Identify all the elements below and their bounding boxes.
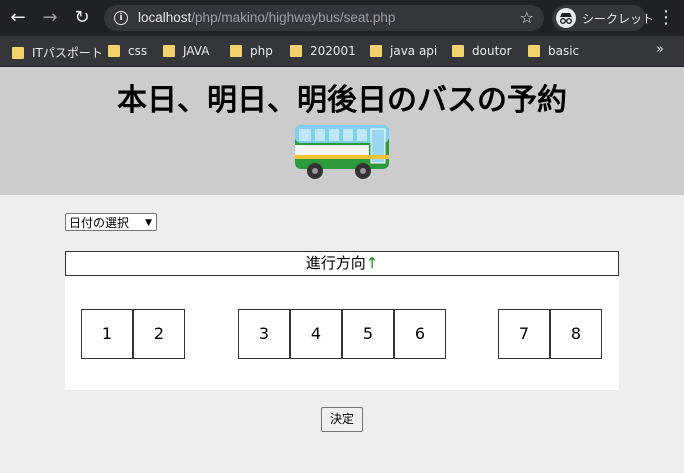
reload-icon[interactable]: ↻ [70,6,94,30]
back-icon[interactable]: ← [6,6,30,30]
bookmark-basic[interactable]: basic [528,44,579,60]
browser-toolbar: ← → ↻ i localhost/php/makino/highwaybus/… [0,0,684,36]
page-icon [12,46,24,59]
bookmark-php[interactable]: php [230,44,273,60]
seat-2[interactable]: 2 [133,309,185,359]
bookmark-202001[interactable]: 202001 [290,44,356,60]
bus-icon [295,125,389,179]
folder-icon [230,44,242,57]
folder-icon [108,44,120,57]
bookmark-css[interactable]: css [108,44,147,60]
seat-5[interactable]: 5 [342,309,394,359]
bookmark-java[interactable]: JAVA [163,44,209,60]
more-bookmarks-icon[interactable]: » [656,42,664,57]
seat-8[interactable]: 8 [550,309,602,359]
bookmark-star-icon[interactable]: ☆ [520,8,534,27]
url-text[interactable]: localhost/php/makino/highwaybus/seat.php [138,10,395,25]
seat-7[interactable]: 7 [498,309,550,359]
folder-icon [452,44,464,57]
menu-icon[interactable]: ⋮ [656,6,676,30]
incognito-label: シークレット [582,12,655,26]
page-header: 本日、明日、明後日のバスの予約 [0,67,684,195]
dropdown-arrow-icon: ▼ [145,218,152,228]
direction-header: 進行方向↑ [65,251,619,276]
address-bar[interactable]: i localhost/php/makino/highwaybus/seat.p… [104,5,544,31]
page-title: 本日、明日、明後日のバスの予約 [117,83,567,118]
incognito-icon [556,8,576,28]
decide-button[interactable]: 決定 [321,407,363,432]
seat-3[interactable]: 3 [238,309,290,359]
direction-label: 進行方向 [305,254,366,272]
folder-icon [370,44,382,57]
forward-icon[interactable]: → [38,6,62,30]
seat-4[interactable]: 4 [290,309,342,359]
bookmark-doutor[interactable]: doutor [452,44,512,60]
info-icon[interactable]: i [114,11,128,25]
incognito-badge[interactable]: シークレット [552,5,654,31]
bookmark-itpassport[interactable]: ITパスポート [12,44,103,60]
up-arrow-icon: ↑ [365,254,379,272]
bookmark-java-api[interactable]: java api [370,44,437,60]
seat-1[interactable]: 1 [81,309,133,359]
folder-icon [528,44,540,57]
date-select[interactable]: 日付の選択 ▼ [65,213,157,231]
date-select-label: 日付の選択 [69,216,130,230]
folder-icon [290,44,302,57]
seat-6[interactable]: 6 [394,309,446,359]
folder-icon [163,44,175,57]
bookmarks-bar: ITパスポート css JAVA php 202001 java api dou… [0,36,684,67]
